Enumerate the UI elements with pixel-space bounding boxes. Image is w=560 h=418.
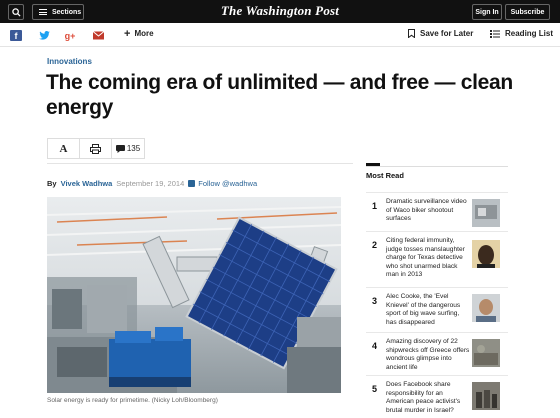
- most-read-thumbnail: [472, 240, 500, 268]
- most-read-item[interactable]: 5 Does Facebook share responsibility for…: [366, 375, 508, 418]
- most-read-rank: 2: [372, 240, 378, 250]
- section-kicker-link[interactable]: Innovations: [47, 57, 92, 66]
- most-read-item[interactable]: 4 Amazing discovery of 22 shipwrecks off…: [366, 332, 508, 374]
- article-lead-photo[interactable]: [47, 197, 341, 393]
- plus-icon: +: [124, 27, 131, 40]
- email-share-icon[interactable]: [92, 30, 104, 41]
- more-label: More: [134, 29, 154, 38]
- author-link[interactable]: Vivek Wadhwa: [61, 179, 113, 188]
- follow-label: Follow @wadhwa: [198, 179, 258, 188]
- twitter-icon: [188, 180, 196, 187]
- sign-in-button[interactable]: Sign In: [472, 4, 502, 20]
- font-size-button[interactable]: A: [48, 139, 80, 158]
- most-read-thumbnail: [472, 199, 500, 227]
- byline: By Vivek Wadhwa September 19, 2014 Follo…: [47, 179, 257, 188]
- bookmark-icon: [408, 29, 415, 38]
- rail-divider: [366, 166, 508, 167]
- reading-list-label: Reading List: [505, 29, 554, 38]
- more-share-button[interactable]: + More: [124, 27, 154, 40]
- publish-date: September 19, 2014: [116, 179, 185, 188]
- print-button[interactable]: [80, 139, 112, 158]
- subscribe-button[interactable]: Subscribe: [505, 4, 550, 20]
- font-size-icon: A: [59, 142, 68, 155]
- most-read-rank: 4: [372, 341, 378, 351]
- save-for-later-button[interactable]: Save for Later: [408, 29, 473, 38]
- share-toolbar: f g+ + More Save for Later Reading List: [0, 23, 560, 47]
- comment-count: 135: [126, 144, 141, 153]
- comment-bubble-icon: [115, 144, 125, 153]
- most-read-title: Most Read: [366, 171, 404, 180]
- most-read-headline: Alec Cooke, the 'Evel Knievel' of the da…: [386, 293, 461, 326]
- most-read-thumbnail: [472, 294, 500, 322]
- follow-author-link[interactable]: Follow @wadhwa: [188, 179, 257, 188]
- reading-list-button[interactable]: Reading List: [490, 29, 553, 38]
- most-read-headline: Citing federal immunity, judge tosses ma…: [386, 237, 465, 278]
- byline-prefix: By: [47, 179, 57, 188]
- printer-icon: [90, 143, 101, 154]
- article-headline: The coming era of unlimited — and free —…: [46, 71, 513, 119]
- most-read-item[interactable]: 2 Citing federal immunity, judge tosses …: [366, 231, 508, 286]
- google-plus-share-icon[interactable]: g+: [64, 30, 76, 41]
- most-read-rank: 5: [372, 384, 378, 394]
- most-read-rank: 1: [372, 201, 378, 211]
- save-for-later-label: Save for Later: [420, 29, 474, 38]
- facebook-share-icon[interactable]: f: [10, 30, 22, 41]
- most-read-rank: 3: [372, 296, 378, 306]
- twitter-share-icon[interactable]: [38, 30, 50, 41]
- most-read-item[interactable]: 3 Alec Cooke, the 'Evel Knievel' of the …: [366, 287, 508, 331]
- comments-button[interactable]: 135: [112, 139, 144, 158]
- photo-caption: Solar energy is ready for primetime. (Ni…: [47, 397, 218, 404]
- most-read-thumbnail: [472, 382, 500, 410]
- list-icon: [490, 29, 500, 38]
- most-read-headline: Does Facebook share responsibility for a…: [386, 381, 461, 414]
- most-read-item[interactable]: 1 Dramatic surveillance video of Waco bi…: [366, 192, 508, 230]
- top-navigation-bar: Sections The Washington Post Sign In Sub…: [0, 0, 560, 23]
- divider: [47, 163, 353, 164]
- most-read-headline: Dramatic surveillance video of Waco bike…: [386, 198, 467, 222]
- most-read-thumbnail: [472, 339, 500, 367]
- article-tools: A 135: [47, 138, 145, 159]
- most-read-headline: Amazing discovery of 22 shipwrecks off G…: [386, 338, 470, 371]
